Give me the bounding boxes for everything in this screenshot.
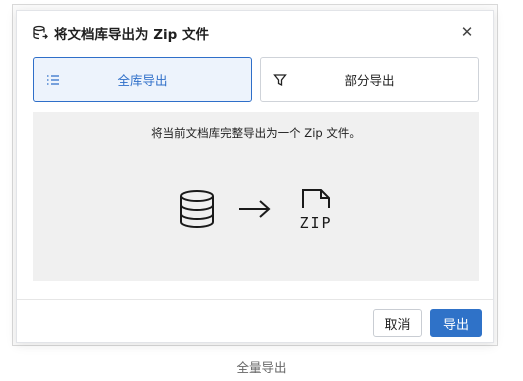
arrow-right-icon	[239, 200, 271, 218]
footer-divider	[17, 299, 493, 300]
tab-full-export-label: 全库导出	[117, 73, 168, 88]
close-icon[interactable]: ✕	[459, 24, 475, 40]
tab-full-export[interactable]: 全库导出	[33, 57, 252, 102]
database-icon	[180, 190, 214, 229]
export-description: 将当前文档库完整导出为一个 Zip 文件。	[151, 126, 361, 140]
list-icon	[47, 75, 59, 85]
dialog-title: 将文档库导出为 Zip 文件	[54, 27, 209, 43]
database-export-icon	[33, 25, 48, 40]
zip-file-icon: ZIP	[299, 189, 332, 230]
zip-label: ZIP	[299, 214, 332, 230]
figure-caption: 全量导出	[236, 360, 287, 375]
filter-icon	[273, 74, 287, 87]
tab-partial-export-label: 部分导出	[344, 73, 395, 88]
cancel-button[interactable]: 取消	[373, 309, 422, 337]
export-zip-dialog: 将文档库导出为 Zip 文件 ✕ 全库导出 部分导出 将当前文档库完整导出为一个…	[16, 10, 494, 343]
export-info-panel: 将当前文档库完整导出为一个 Zip 文件。 ZIP	[33, 112, 479, 281]
tab-partial-export[interactable]: 部分导出	[260, 57, 479, 102]
export-button[interactable]: 导出	[430, 309, 482, 337]
dialog-header: 将文档库导出为 Zip 文件	[17, 11, 493, 55]
